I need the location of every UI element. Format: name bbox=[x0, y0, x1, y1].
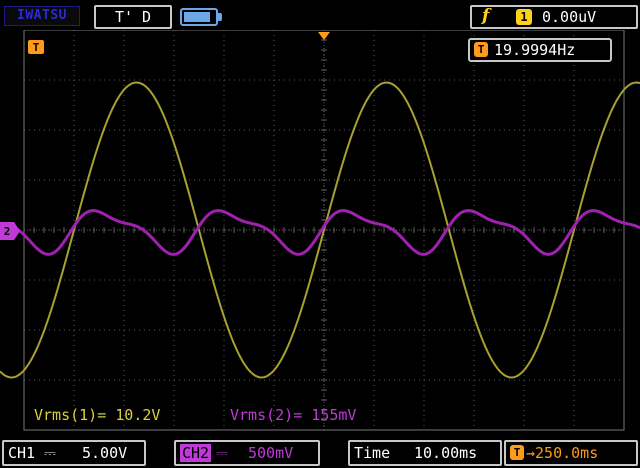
trigger-position-value: →250.0ms bbox=[526, 444, 599, 462]
frequency-value: 19.9994Hz bbox=[494, 41, 576, 59]
trigger-settings[interactable]: f 1 0.00uV bbox=[470, 5, 638, 29]
brand-logo: IWATSU bbox=[4, 6, 80, 26]
ch2-ground-marker: 2 bbox=[0, 222, 20, 240]
timebase-value: 10.00ms bbox=[414, 444, 478, 462]
trigger-time-marker: T bbox=[28, 40, 44, 54]
ch1-scale-button[interactable]: CH1 ⎓ 5.00V bbox=[2, 440, 146, 466]
frequency-readout: T 19.9994Hz bbox=[468, 38, 612, 62]
trigger-icon: T bbox=[474, 42, 488, 57]
trigger-position-button[interactable]: T →250.0ms bbox=[504, 440, 638, 466]
dc-coupling-icon: ⎓ bbox=[216, 444, 228, 462]
ch1-vrms-measurement: Vrms(1)= 10.2V bbox=[34, 406, 161, 424]
ch1-volts-per-div: 5.00V bbox=[82, 444, 128, 462]
ch2-label: CH2 bbox=[180, 444, 212, 462]
ch2-vrms-measurement: Vrms(2)= 155mV bbox=[230, 406, 357, 424]
trigger-icon: T bbox=[510, 445, 524, 460]
bottom-status-bar: CH1 ⎓ 5.00V CH2 ⎓ 500mV Time 10.00ms T →… bbox=[0, 436, 640, 468]
battery-icon bbox=[180, 8, 222, 26]
dc-coupling-icon: ⎓ bbox=[44, 444, 56, 462]
trigger-marker-label: T bbox=[33, 41, 40, 54]
ch1-label: CH1 bbox=[8, 444, 36, 462]
ch2-volts-per-div: 500mV bbox=[248, 444, 294, 462]
top-status-bar: IWATSU T' D f 1 0.00uV bbox=[0, 0, 640, 30]
acquisition-mode[interactable]: T' D bbox=[94, 5, 172, 29]
timebase-label: Time bbox=[354, 444, 391, 462]
rising-edge-icon: f bbox=[482, 6, 490, 26]
trigger-source-badge: 1 bbox=[516, 9, 532, 25]
trigger-level: 0.00uV bbox=[542, 8, 597, 26]
timebase-button[interactable]: Time 10.00ms bbox=[348, 440, 502, 466]
ch2-scale-button[interactable]: CH2 ⎓ 500mV bbox=[174, 440, 320, 466]
scope-graticule: T 2 bbox=[0, 29, 640, 431]
trigger-position-marker bbox=[318, 32, 330, 40]
ch2-marker-label: 2 bbox=[4, 225, 11, 238]
waveform-display[interactable]: T 2 bbox=[0, 29, 640, 436]
